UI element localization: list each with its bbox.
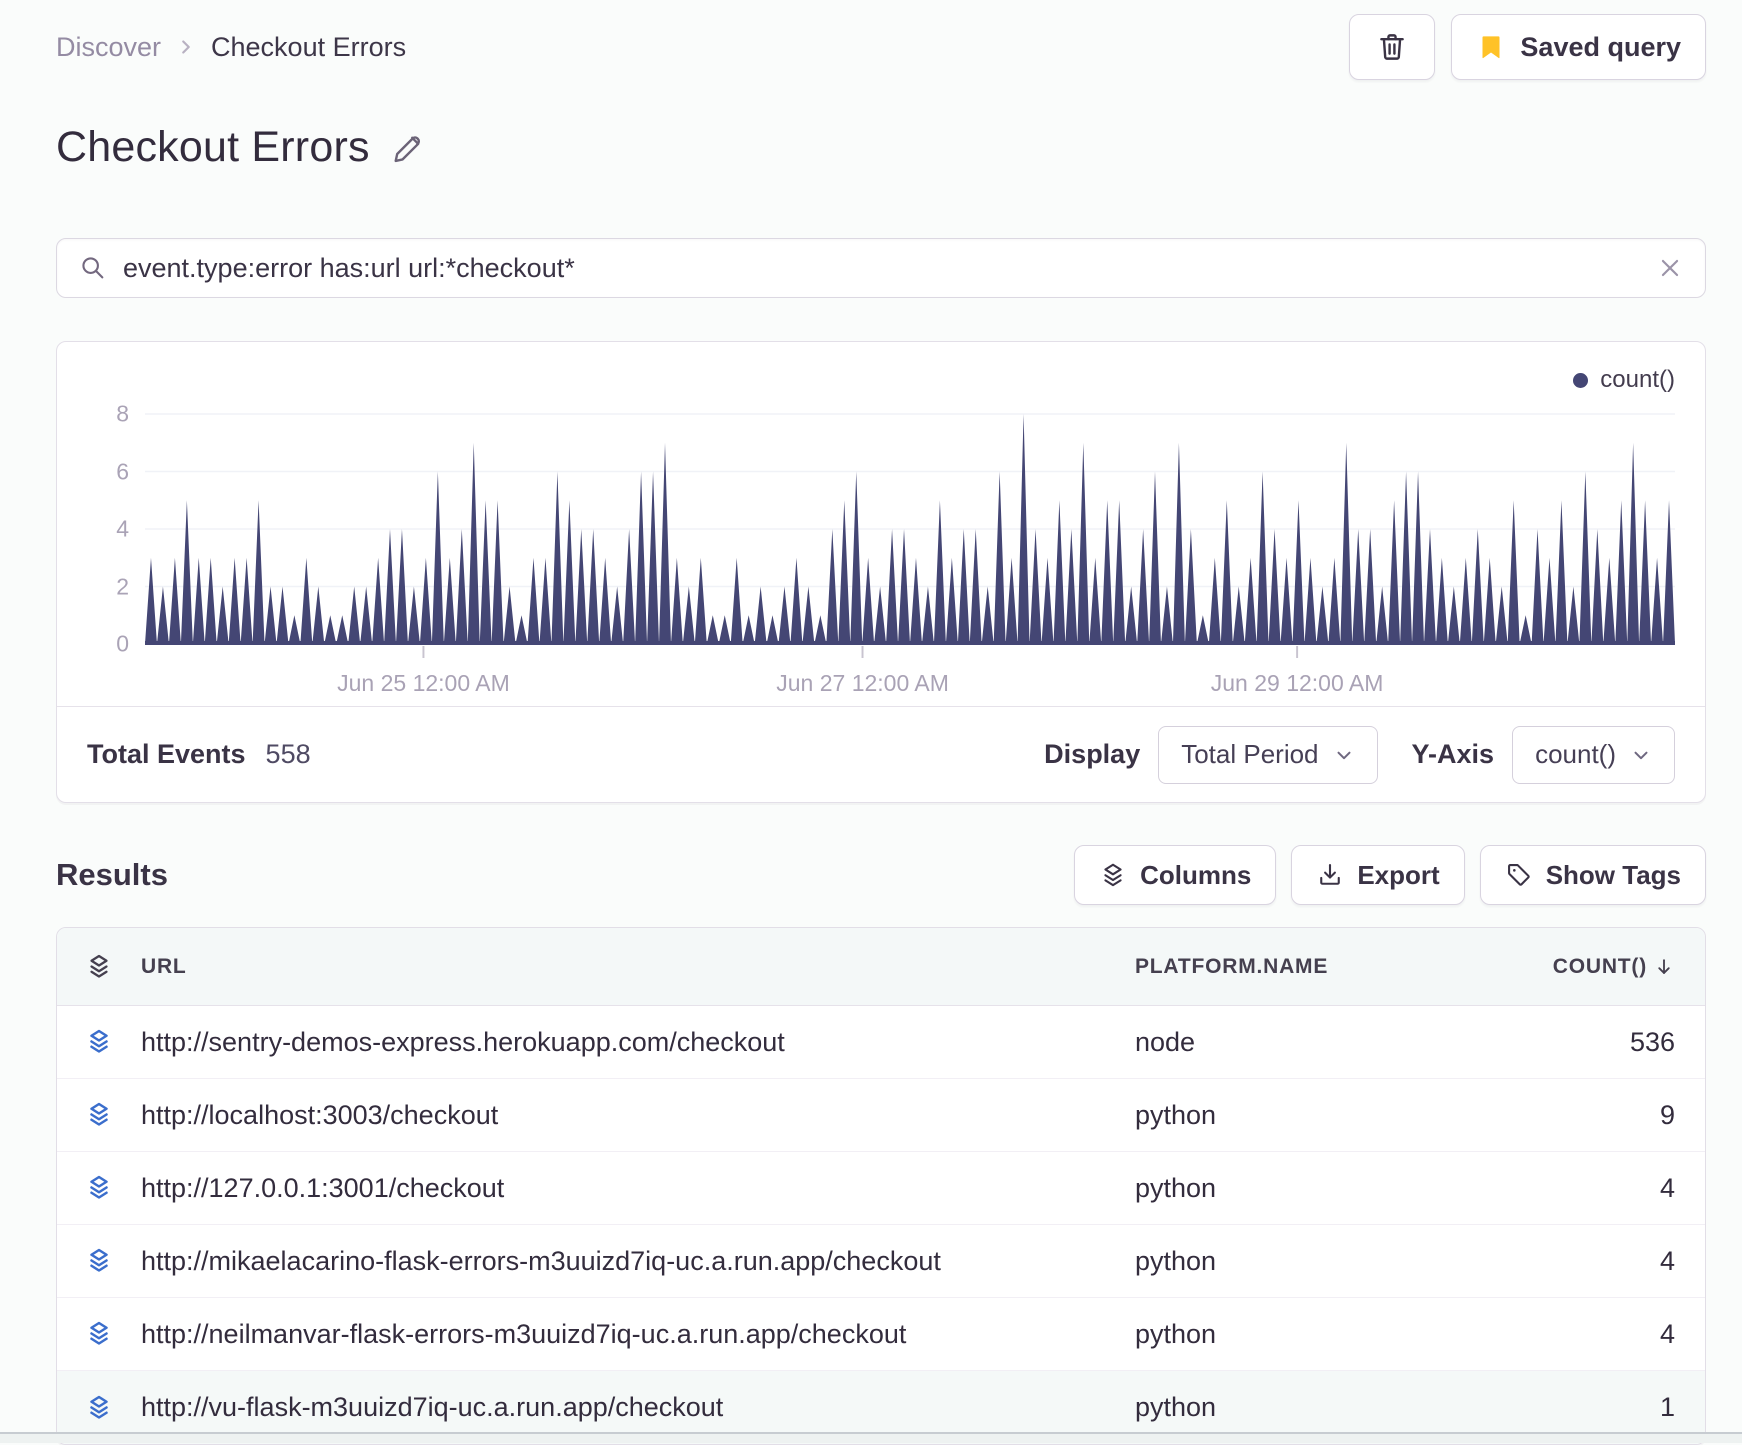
- page-title: Checkout Errors: [56, 123, 370, 171]
- table-header-row: URL PLATFORM.NAME COUNT(): [57, 928, 1705, 1006]
- row-platform[interactable]: python: [1135, 1392, 1475, 1423]
- saved-query-button[interactable]: Saved query: [1451, 14, 1706, 80]
- y-axis-tick-label: 0: [116, 630, 129, 657]
- chevron-down-icon: [1333, 744, 1355, 766]
- clear-search-icon[interactable]: [1657, 255, 1683, 281]
- row-count[interactable]: 536: [1475, 1027, 1675, 1058]
- legend-dot: [1573, 372, 1589, 388]
- row-url[interactable]: http://mikaelacarino-flask-errors-m3uuiz…: [141, 1246, 1135, 1277]
- columns-button-label: Columns: [1140, 859, 1252, 890]
- row-platform[interactable]: python: [1135, 1173, 1475, 1204]
- delete-query-button[interactable]: [1349, 14, 1436, 80]
- row-stack-icon[interactable]: [57, 1319, 141, 1349]
- chart-panel: count() 8 6 4 2 0 Jun 25 12:00 AM Jun 27 12:0…: [56, 341, 1706, 803]
- columns-button[interactable]: Columns: [1074, 845, 1277, 905]
- row-url[interactable]: http://vu-flask-m3uuizd7iq-uc.a.run.app/…: [141, 1392, 1135, 1423]
- x-axis-tick-label: Jun 25 12:00 AM: [337, 670, 510, 696]
- display-select-value: Total Period: [1181, 739, 1319, 769]
- y-axis-tick-label: 6: [116, 458, 129, 484]
- column-header-platform[interactable]: PLATFORM.NAME: [1135, 955, 1475, 979]
- breadcrumb-current: Checkout Errors: [211, 31, 407, 62]
- export-button-label: Export: [1357, 859, 1440, 890]
- row-stack-icon[interactable]: [57, 1027, 141, 1057]
- row-platform[interactable]: node: [1135, 1027, 1475, 1058]
- row-url[interactable]: http://127.0.0.1:3001/checkout: [141, 1173, 1135, 1204]
- table-row[interactable]: http://neilmanvar-flask-errors-m3uuizd7i…: [57, 1298, 1705, 1371]
- table-row[interactable]: http://sentry-demos-express.herokuapp.co…: [57, 1006, 1705, 1079]
- trash-icon: [1375, 30, 1409, 64]
- row-platform[interactable]: python: [1135, 1319, 1475, 1350]
- row-url[interactable]: http://sentry-demos-express.herokuapp.co…: [141, 1027, 1135, 1058]
- row-stack-icon[interactable]: [57, 1100, 141, 1130]
- export-button[interactable]: Export: [1291, 845, 1465, 905]
- results-table: URL PLATFORM.NAME COUNT() http://sentry-…: [56, 927, 1706, 1445]
- discover-page: Discover Checkout Errors Saved query Che…: [0, 13, 1742, 1445]
- yaxis-select-value: count(): [1535, 739, 1616, 769]
- stack-icon: [1099, 861, 1127, 889]
- total-events-label: Total Events: [87, 739, 246, 769]
- chart-plot[interactable]: [145, 404, 1675, 662]
- y-axis-tick-label: 8: [116, 400, 129, 427]
- row-count[interactable]: 9: [1475, 1100, 1675, 1131]
- breadcrumb-discover-link[interactable]: Discover: [56, 32, 161, 63]
- chevron-right-icon: [175, 36, 197, 58]
- chart-y-axis: 8 6 4 2 0: [83, 400, 145, 662]
- row-platform[interactable]: python: [1135, 1100, 1475, 1131]
- title-row: Checkout Errors: [56, 123, 1706, 172]
- row-stack-icon[interactable]: [57, 1173, 141, 1203]
- chevron-down-icon: [1630, 744, 1652, 766]
- search-input[interactable]: event.type:error has:url url:*checkout*: [123, 253, 1657, 284]
- row-platform[interactable]: python: [1135, 1246, 1475, 1277]
- display-select[interactable]: Total Period: [1158, 725, 1378, 784]
- row-url[interactable]: http://localhost:3003/checkout: [141, 1100, 1135, 1131]
- row-stack-icon[interactable]: [57, 1246, 141, 1276]
- edit-columns-stack-icon[interactable]: [57, 952, 141, 982]
- chart-footer: Total Events 558 Display Total Period Y-…: [57, 706, 1705, 802]
- x-axis-tick-label: Jun 29 12:00 AM: [1210, 670, 1384, 696]
- search-icon: [79, 254, 107, 282]
- yaxis-select[interactable]: count(): [1512, 725, 1675, 784]
- count-area-chart[interactable]: [145, 404, 1675, 662]
- table-row[interactable]: http://localhost:3003/checkout python 9: [57, 1079, 1705, 1152]
- topbar: Discover Checkout Errors Saved query: [56, 13, 1706, 81]
- row-count[interactable]: 4: [1475, 1173, 1675, 1204]
- show-tags-button[interactable]: Show Tags: [1479, 845, 1706, 905]
- column-header-url[interactable]: URL: [141, 955, 1135, 979]
- bookmark-icon: [1476, 32, 1506, 62]
- row-count[interactable]: 4: [1475, 1319, 1675, 1350]
- sort-desc-icon: [1653, 956, 1675, 978]
- y-axis-tick-label: 2: [116, 573, 129, 599]
- column-header-count[interactable]: COUNT(): [1475, 955, 1675, 979]
- x-axis-tick-label: Jun 27 12:00 AM: [776, 670, 949, 696]
- results-bar: Results Columns Export Show Tags: [56, 845, 1706, 905]
- yaxis-label: Y-Axis: [1411, 739, 1495, 769]
- tag-icon: [1505, 861, 1533, 889]
- table-row[interactable]: http://mikaelacarino-flask-errors-m3uuiz…: [57, 1225, 1705, 1298]
- legend-label: count(): [1600, 366, 1675, 393]
- total-events-value: 558: [265, 739, 311, 769]
- chart-x-axis: Jun 25 12:00 AM Jun 27 12:00 AM Jun 29 12:…: [145, 662, 1675, 706]
- results-title: Results: [56, 857, 168, 892]
- row-stack-icon[interactable]: [57, 1393, 141, 1423]
- breadcrumb: Discover Checkout Errors: [56, 32, 406, 63]
- search-bar: event.type:error has:url url:*checkout*: [56, 238, 1706, 298]
- row-count[interactable]: 4: [1475, 1246, 1675, 1277]
- row-url[interactable]: http://neilmanvar-flask-errors-m3uuizd7i…: [141, 1319, 1135, 1350]
- download-icon: [1316, 861, 1344, 889]
- results-table-body: http://sentry-demos-express.herokuapp.co…: [57, 1006, 1705, 1444]
- y-axis-tick-label: 4: [116, 515, 129, 542]
- chart-legend[interactable]: count(): [83, 362, 1675, 398]
- display-label: Display: [1044, 739, 1141, 769]
- topbar-actions: Saved query: [1349, 14, 1706, 80]
- show-tags-button-label: Show Tags: [1545, 859, 1681, 890]
- horizontal-scrollbar[interactable]: [0, 1432, 1742, 1443]
- table-row[interactable]: http://127.0.0.1:3001/checkout python 4: [57, 1152, 1705, 1225]
- edit-pencil-icon[interactable]: [390, 130, 426, 166]
- saved-query-label: Saved query: [1520, 31, 1681, 62]
- row-count[interactable]: 1: [1475, 1392, 1675, 1423]
